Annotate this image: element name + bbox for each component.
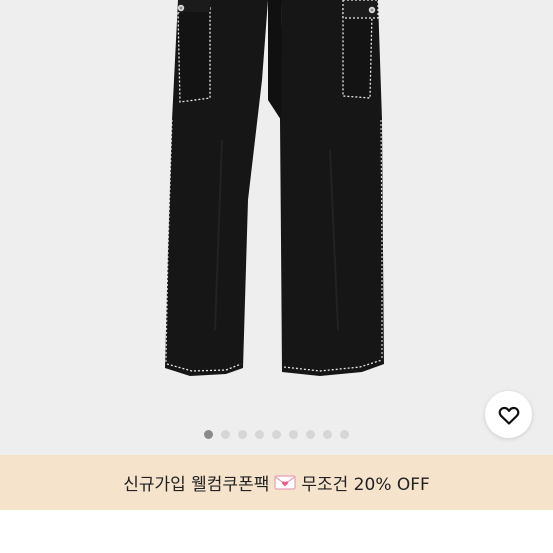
pager-dot-5[interactable] [272, 429, 281, 439]
promo-text-after: 무조건 20% OFF [301, 475, 430, 495]
pager-dot-4[interactable] [255, 429, 264, 439]
pager-dot-6[interactable] [289, 429, 298, 439]
pager-dot-2[interactable] [221, 429, 230, 439]
product-image-cargo-pants [165, 0, 384, 376]
wishlist-button[interactable] [485, 391, 532, 438]
heart-outline-icon [498, 406, 519, 425]
pager-dot-9[interactable] [340, 429, 349, 439]
promo-text-before: 신규가입 웰컴쿠폰팩 [123, 475, 270, 495]
pager-dot-8[interactable] [323, 429, 332, 439]
product-info-section [0, 510, 553, 553]
pager-dot-3[interactable] [238, 429, 247, 439]
product-image-gallery[interactable] [0, 0, 553, 455]
pager-dot-1[interactable] [204, 429, 213, 439]
love-letter-icon [274, 475, 296, 490]
pager-dot-7[interactable] [306, 429, 315, 439]
promo-banner[interactable]: 신규가입 웰컴쿠폰팩 무조건 20% OFF [0, 455, 553, 510]
image-pager [0, 428, 553, 440]
